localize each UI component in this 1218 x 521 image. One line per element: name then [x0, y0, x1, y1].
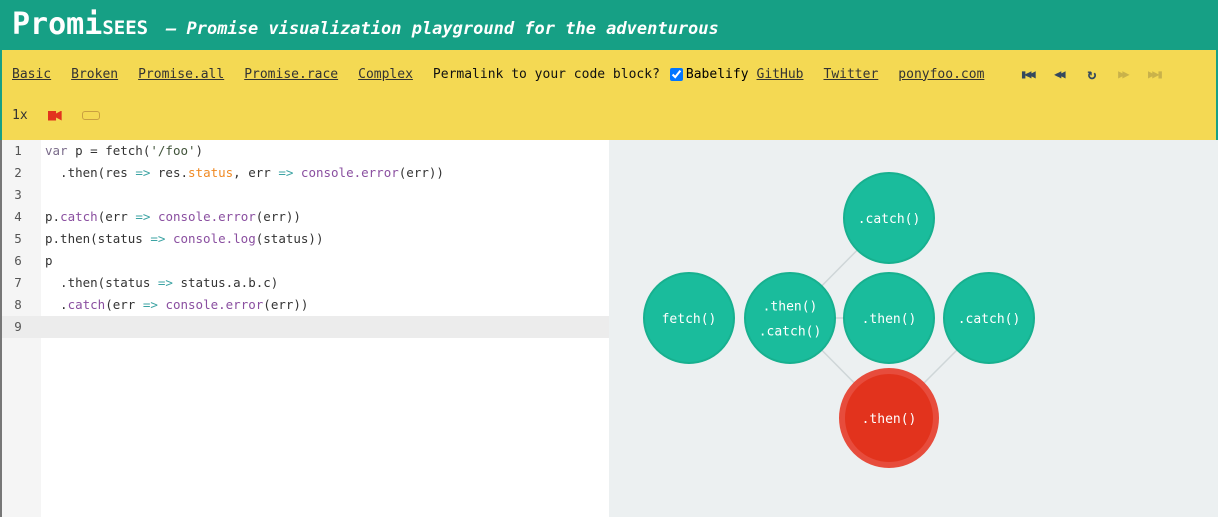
- code-token: .then(res: [45, 165, 136, 180]
- line-number: 5: [14, 231, 22, 246]
- code-token: .then(status: [45, 275, 158, 290]
- example-promise-all[interactable]: Promise.all: [138, 67, 224, 82]
- code-token: console.error: [300, 165, 399, 180]
- code-token: catch: [67, 297, 106, 312]
- code-token: console.error: [165, 297, 264, 312]
- code-token: =>: [135, 165, 151, 180]
- code-token: (status)): [255, 231, 324, 246]
- promise-node-thencatch[interactable]: [744, 272, 836, 364]
- code-token: '/foo': [150, 143, 196, 158]
- line-number: 8: [14, 297, 22, 312]
- node-label: .catch(): [759, 325, 822, 340]
- line-number: 4: [14, 209, 22, 224]
- code-line[interactable]: 8 .catch(err => console.error(err)): [2, 294, 609, 316]
- code-token: (err)): [263, 297, 309, 312]
- code-token: , err: [233, 165, 279, 180]
- line-number: 6: [14, 253, 22, 268]
- toolbar: Basic Broken Promise.all Promise.race Co…: [0, 50, 1218, 140]
- promise-graph: fetch() .then() .catch() .then() .catch() .ca…: [609, 140, 1218, 517]
- code-token: res.: [150, 165, 189, 180]
- node-label: .then(): [763, 300, 818, 315]
- code-line[interactable]: 2 .then(res => res.status, err => consol…: [2, 162, 609, 184]
- code-token: p.: [45, 209, 61, 224]
- display-toggle-icon[interactable]: [81, 111, 100, 120]
- line-number: 9: [14, 319, 22, 334]
- line-number: 1: [14, 143, 22, 158]
- line-number: 7: [14, 275, 22, 290]
- tagline: — Promise visualization playground for t…: [166, 19, 719, 39]
- last-step-icon[interactable]: ▶▶▮: [1144, 67, 1164, 81]
- first-step-icon[interactable]: ▮◀◀: [1016, 67, 1036, 81]
- example-promise-race[interactable]: Promise.race: [244, 67, 338, 82]
- code-token: p.then(status: [45, 231, 151, 246]
- record-camera-icon[interactable]: [47, 110, 62, 121]
- speed-toggle[interactable]: 1x: [12, 108, 28, 123]
- example-broken[interactable]: Broken: [71, 67, 118, 82]
- code-line[interactable]: 3: [2, 184, 609, 206]
- code-line[interactable]: 1 var p = fetch('/foo'): [2, 140, 609, 162]
- code-token: status.a.b.c): [172, 275, 279, 290]
- code-token: p = fetch(: [67, 143, 151, 158]
- line-number: 2: [14, 165, 22, 180]
- code-token: (err)): [398, 165, 444, 180]
- title-promi: Promi: [12, 7, 103, 42]
- step-forward-icon[interactable]: ▶▶: [1112, 67, 1132, 81]
- code-token: =>: [135, 209, 151, 224]
- node-label: fetch(): [662, 312, 717, 327]
- code-line[interactable]: 4 p.catch(err => console.error(err)): [2, 206, 609, 228]
- ponyfoo-link[interactable]: ponyfoo.com: [898, 67, 984, 82]
- node-label: .catch(): [958, 312, 1021, 327]
- code-line[interactable]: 5 p.then(status => console.log(status)): [2, 228, 609, 250]
- example-basic[interactable]: Basic: [12, 67, 51, 82]
- code-token: status: [188, 165, 234, 180]
- github-link[interactable]: GitHub: [757, 67, 804, 82]
- twitter-link[interactable]: Twitter: [824, 67, 879, 82]
- node-label: .then(): [862, 412, 917, 427]
- code-token: .: [45, 297, 68, 312]
- babelify-checkbox[interactable]: [669, 67, 683, 81]
- code-token: var: [45, 143, 68, 158]
- restart-icon[interactable]: ↻: [1080, 65, 1100, 83]
- node-label: .catch(): [858, 212, 921, 227]
- node-label: .then(): [862, 312, 917, 327]
- babelify-label[interactable]: Babelify: [686, 67, 749, 82]
- code-line[interactable]: 6p: [2, 250, 609, 272]
- code-token: (err)): [255, 209, 301, 224]
- code-token: =>: [278, 165, 294, 180]
- title-sees: SEES: [102, 17, 149, 39]
- code-token: console.error: [157, 209, 256, 224]
- line-number: 3: [14, 187, 22, 202]
- code-token: (err: [97, 209, 136, 224]
- permalink-link[interactable]: Permalink to your code block?: [433, 67, 660, 82]
- step-back-icon[interactable]: ◀◀: [1048, 67, 1068, 81]
- code-token: p: [45, 253, 53, 268]
- code-token: =>: [157, 275, 173, 290]
- code-line[interactable]: 9: [2, 316, 609, 338]
- example-complex[interactable]: Complex: [358, 67, 413, 82]
- code-token: =>: [150, 231, 166, 246]
- code-token: console.log: [172, 231, 256, 246]
- code-token: ): [195, 143, 204, 158]
- app-header: Promi SEES — Promise visualization playg…: [0, 0, 1218, 50]
- code-line[interactable]: 7 .then(status => status.a.b.c): [2, 272, 609, 294]
- code-editor[interactable]: 1 var p = fetch('/foo') 2 .then(res => res…: [0, 140, 609, 517]
- code-token: catch: [60, 209, 98, 224]
- code-token: =>: [142, 297, 158, 312]
- code-token: (err: [105, 297, 143, 312]
